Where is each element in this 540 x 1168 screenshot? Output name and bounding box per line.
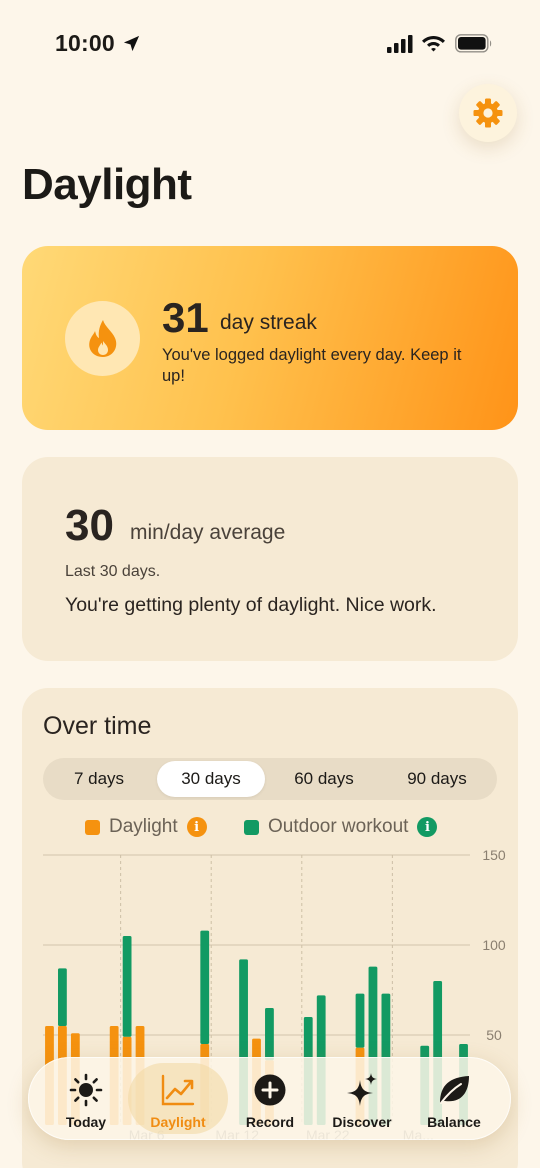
chart-up-icon [161,1074,195,1106]
battery-icon [455,34,492,53]
gear-icon [473,98,503,128]
leaf-icon [440,1076,469,1104]
tab-discover-label: Discover [332,1114,392,1130]
streak-count: 31 [162,294,209,341]
bar-workout-24 [355,993,365,1048]
tab-discover[interactable]: Discover [312,1063,412,1134]
tab-daylight[interactable]: Daylight [128,1063,228,1134]
average-message: You're getting plenty of daylight. Nice … [65,594,437,616]
average-unit: min/day average [130,521,286,544]
tab-daylight-label: Daylight [150,1114,206,1130]
average-value: 30 [65,501,114,550]
tab-balance-label: Balance [427,1114,481,1130]
tab-record-label: Record [245,1114,295,1130]
bar-workout-6 [122,936,132,1037]
y-tick-label-50: 50 [486,1027,502,1043]
tab-today[interactable]: Today [36,1063,136,1134]
tab-record[interactable]: Record [220,1063,320,1134]
streak-card[interactable]: 31 day streak You've logged daylight eve… [22,246,518,430]
tab-balance[interactable]: Balance [404,1063,504,1134]
bar-workout-1 [58,968,67,1026]
y-tick-label-150: 150 [482,847,506,863]
streak-unit: day streak [220,311,317,334]
bar-workout-12 [200,930,210,1044]
flame-icon [88,319,116,357]
streak-message: You've logged daylight every day. Keep i… [162,346,462,385]
wifi-icon [422,36,445,52]
plus-circle-icon [254,1074,286,1106]
page-title: Daylight [22,160,192,209]
sun-icon [69,1073,103,1107]
settings-button[interactable] [459,84,517,142]
cellular-signal-icon [387,35,413,53]
status-bar: 10:00 [0,0,540,88]
average-card[interactable]: 30 min/day average Last 30 days. You're … [22,457,518,661]
y-tick-label-100: 100 [482,937,506,953]
sparkles-icon [347,1073,377,1106]
status-time: 10:00 [55,30,115,56]
tab-bar: Today Daylight Record Discover Balance [28,1057,511,1140]
location-arrow-icon [123,35,140,52]
tab-today-label: Today [65,1114,107,1130]
bar-workout-17 [265,1008,274,1061]
streak-badge [65,301,140,376]
average-period: Last 30 days. [65,563,161,580]
